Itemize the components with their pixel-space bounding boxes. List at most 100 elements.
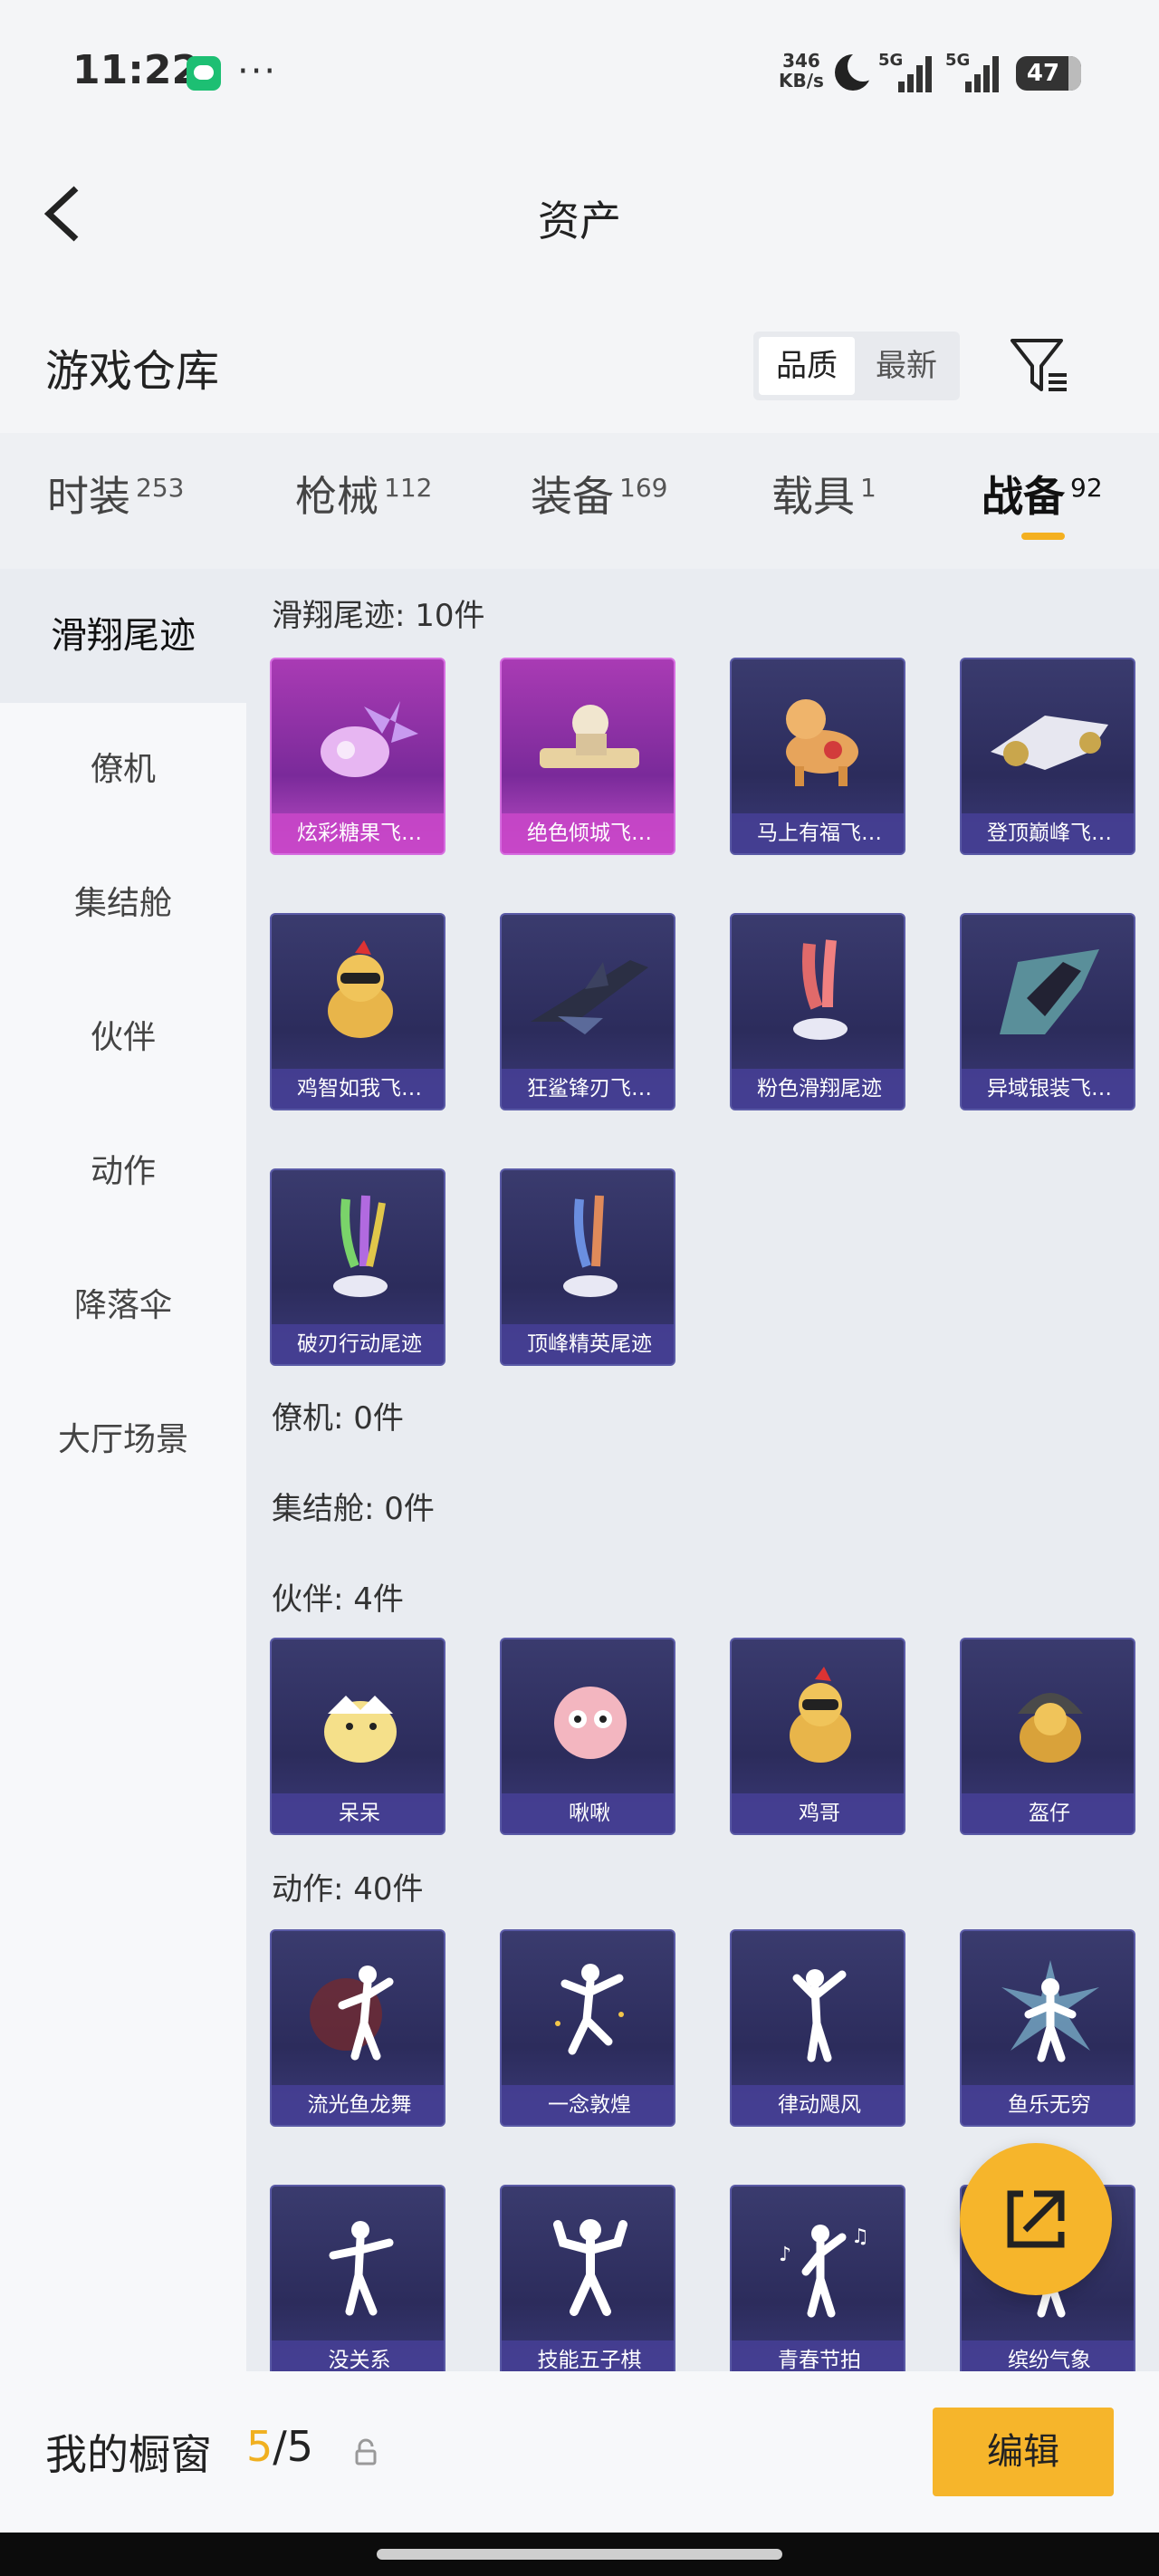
section-title-emote: 动作: 40件 bbox=[272, 1871, 424, 1908]
home-gesture-handle[interactable] bbox=[377, 2549, 782, 2560]
item-label: 啾啾 bbox=[502, 1793, 674, 1833]
item-card[interactable]: 呆呆 bbox=[270, 1638, 445, 1835]
tab-count: 169 bbox=[619, 472, 668, 503]
category-tabs: 时装 253 枪械 112 装备 169 载具 1 战备 92 bbox=[0, 433, 1159, 569]
item-card[interactable]: 狂鲨锋刃飞… bbox=[500, 913, 675, 1110]
fish-joy-emote-icon bbox=[962, 1931, 1134, 2089]
item-card[interactable]: 绝色倾城飞… bbox=[500, 658, 675, 855]
item-label: 顶峰精英尾迹 bbox=[502, 1324, 674, 1364]
showcase-bar: 我的橱窗 5/5 编辑 bbox=[0, 2371, 1159, 2533]
edit-button[interactable]: 编辑 bbox=[933, 2408, 1114, 2496]
showcase-total: 5 bbox=[286, 2422, 314, 2471]
rainbow-trail-icon bbox=[272, 1170, 444, 1328]
sidebar-item-lobby-scene[interactable]: 大厅场景 bbox=[0, 1373, 246, 1507]
tab-count: 1 bbox=[860, 472, 876, 503]
item-card[interactable]: 异域银装飞… bbox=[960, 913, 1135, 1110]
item-label: 技能五子棋 bbox=[502, 2341, 674, 2371]
page-title: 资产 bbox=[538, 197, 621, 245]
item-card[interactable]: 技能五子棋 bbox=[500, 2185, 675, 2371]
shark-glider-icon bbox=[502, 915, 674, 1072]
item-card[interactable]: ♪ ♫ 青春节拍 bbox=[730, 2185, 905, 2371]
warehouse-title: 游戏仓库 bbox=[45, 346, 220, 397]
youth-beat-emote-icon: ♪ ♫ bbox=[732, 2187, 904, 2344]
svg-text:♪: ♪ bbox=[779, 2244, 791, 2266]
item-label: 缤纷气象 bbox=[962, 2341, 1134, 2371]
hurricane-emote-icon bbox=[732, 1931, 904, 2089]
item-label: 呆呆 bbox=[272, 1793, 444, 1833]
sort-quality-button[interactable]: 品质 bbox=[759, 337, 855, 395]
item-label: 破刃行动尾迹 bbox=[272, 1324, 444, 1364]
sort-newest-button[interactable]: 最新 bbox=[858, 337, 954, 395]
share-button[interactable] bbox=[960, 2143, 1112, 2295]
tab-vehicles[interactable]: 载具 1 bbox=[771, 464, 876, 524]
section-title-glide-trail: 滑翔尾迹: 10件 bbox=[272, 598, 485, 634]
sidebar-item-assembly-pod[interactable]: 集结舱 bbox=[0, 837, 246, 971]
do-not-disturb-icon bbox=[835, 51, 878, 91]
tab-battle-gear[interactable]: 战备 92 bbox=[982, 464, 1103, 524]
item-card[interactable]: 鸡智如我飞… bbox=[270, 913, 445, 1110]
item-card[interactable]: 炫彩糖果飞… bbox=[270, 658, 445, 855]
section-title-companion: 伙伴: 4件 bbox=[272, 1581, 404, 1618]
signal-label: 5G bbox=[878, 51, 904, 70]
lock-icon bbox=[351, 2438, 380, 2467]
status-bar: 11:22 ··· 346 KB/s 5G 5G 47 bbox=[0, 0, 1159, 145]
tab-count: 112 bbox=[384, 472, 433, 503]
item-card[interactable]: 流光鱼龙舞 bbox=[270, 1929, 445, 2127]
tab-label: 载具 bbox=[771, 472, 855, 521]
filter-button[interactable] bbox=[1007, 333, 1070, 397]
helmet-chick-companion-icon bbox=[962, 1639, 1134, 1797]
sidebar-item-companion[interactable]: 伙伴 bbox=[0, 971, 246, 1105]
pink-bird-companion-icon bbox=[502, 1639, 674, 1797]
sort-toggle: 品质 最新 bbox=[753, 332, 960, 400]
item-label: 鸡哥 bbox=[732, 1793, 904, 1833]
tab-label: 战备 bbox=[982, 472, 1065, 521]
tab-count: 253 bbox=[136, 472, 185, 503]
header: 资产 bbox=[0, 145, 1159, 281]
item-label: 狂鲨锋刃飞… bbox=[502, 1069, 674, 1109]
tab-equipment[interactable]: 装备 169 bbox=[531, 464, 667, 524]
item-card[interactable]: 鱼乐无穷 bbox=[960, 1929, 1135, 2127]
signal-icon-2: 5G bbox=[945, 51, 1001, 92]
silver-glider-icon bbox=[962, 915, 1134, 1072]
active-tab-indicator bbox=[1021, 533, 1065, 540]
item-card[interactable]: 一念敦煌 bbox=[500, 1929, 675, 2127]
item-card[interactable]: 顶峰精英尾迹 bbox=[500, 1168, 675, 1366]
signal-label-2: 5G bbox=[945, 51, 971, 70]
item-label: 粉色滑翔尾迹 bbox=[732, 1069, 904, 1109]
sidebar-item-parachute[interactable]: 降落伞 bbox=[0, 1239, 246, 1373]
section-title-wingman: 僚机: 0件 bbox=[272, 1400, 404, 1437]
candy-glider-icon bbox=[272, 659, 444, 817]
item-label: 异域银装飞… bbox=[962, 1069, 1134, 1109]
item-card[interactable]: 登顶巅峰飞… bbox=[960, 658, 1135, 855]
tab-count: 92 bbox=[1070, 472, 1103, 503]
sidebar-item-emote[interactable]: 动作 bbox=[0, 1105, 246, 1239]
item-label: 一念敦煌 bbox=[502, 2085, 674, 2125]
item-card[interactable]: 马上有福飞… bbox=[730, 658, 905, 855]
tab-guns[interactable]: 枪械 112 bbox=[295, 464, 432, 524]
tab-label: 装备 bbox=[531, 472, 614, 521]
filter-icon bbox=[1011, 339, 1067, 391]
item-card[interactable]: 律动飓风 bbox=[730, 1929, 905, 2127]
item-card[interactable]: 啾啾 bbox=[500, 1638, 675, 1835]
item-label: 青春节拍 bbox=[732, 2341, 904, 2371]
share-icon bbox=[1007, 2190, 1065, 2248]
item-card[interactable]: 粉色滑翔尾迹 bbox=[730, 913, 905, 1110]
item-card[interactable]: 破刃行动尾迹 bbox=[270, 1168, 445, 1366]
battery-level: 47 bbox=[1026, 60, 1060, 87]
sidebar-item-wingman[interactable]: 僚机 bbox=[0, 703, 246, 837]
svg-text:♫: ♫ bbox=[851, 2225, 869, 2248]
item-card[interactable]: 鸡哥 bbox=[730, 1638, 905, 1835]
showcase-count: 5/5 bbox=[246, 2422, 313, 2471]
item-card[interactable]: 没关系 bbox=[270, 2185, 445, 2371]
tab-fashion[interactable]: 时装 253 bbox=[47, 464, 184, 524]
wechat-icon bbox=[187, 56, 221, 91]
sidebar-item-glide-trail[interactable]: 滑翔尾迹 bbox=[0, 569, 246, 703]
showcase-separator: / bbox=[273, 2422, 287, 2471]
horse-glider-icon bbox=[732, 659, 904, 817]
item-label: 鱼乐无穷 bbox=[962, 2085, 1134, 2125]
item-card[interactable]: 盔仔 bbox=[960, 1638, 1135, 1835]
item-label: 马上有福飞… bbox=[732, 813, 904, 853]
item-label: 登顶巅峰飞… bbox=[962, 813, 1134, 853]
showcase-title: 我的橱窗 bbox=[45, 2430, 212, 2479]
battery-icon: 47 bbox=[1016, 56, 1081, 91]
